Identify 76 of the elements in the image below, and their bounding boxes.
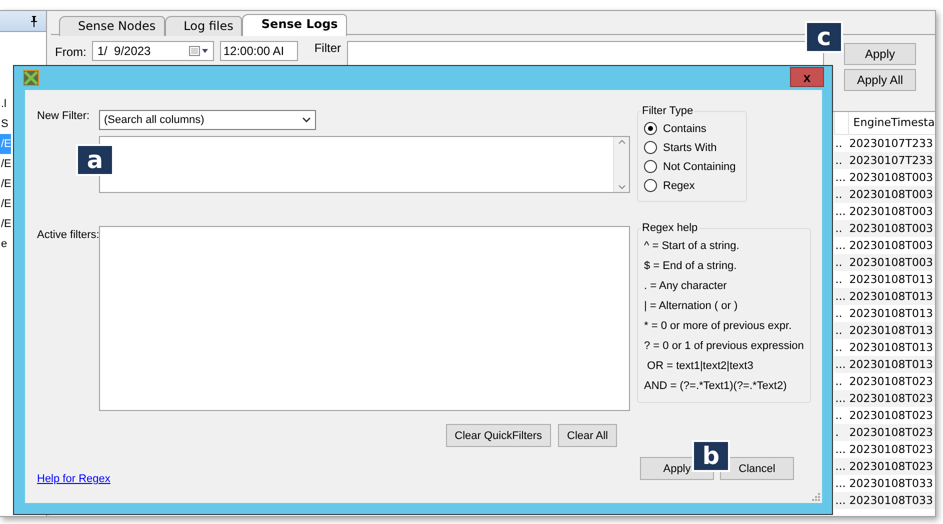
tree-item[interactable]: /E xyxy=(0,214,12,234)
table-cell: ... xyxy=(834,390,848,407)
radio-label: Contains xyxy=(663,122,706,134)
table-cell: ... xyxy=(834,458,848,475)
table-cell: 20230108T023 xyxy=(848,424,935,441)
close-button[interactable]: x xyxy=(790,67,824,87)
help-text: $ = End of a string. xyxy=(644,259,738,274)
tree-item[interactable]: /E xyxy=(0,194,12,214)
radio-button[interactable] xyxy=(644,179,657,192)
radio-label: Regex xyxy=(663,180,695,192)
table-cell: 20230108T023 xyxy=(848,390,935,407)
tab[interactable]: Sense Logs xyxy=(242,14,347,36)
clear-button[interactable]: Clear QuickFilters xyxy=(446,424,552,447)
help-text: OR = text1|text2|text3 xyxy=(646,359,754,374)
calendar-icon xyxy=(189,46,210,56)
table-cell: 20230108T023 xyxy=(848,458,935,475)
tree-item[interactable]: e xyxy=(0,234,8,254)
apply-button[interactable]: Apply xyxy=(844,43,916,65)
callout-label: c xyxy=(805,21,843,53)
group-title: Regex help xyxy=(641,222,699,234)
table-cell: 20230108T003 xyxy=(848,186,935,203)
table-cell: 20230108T033 xyxy=(848,492,935,509)
table-cell: ... xyxy=(834,356,848,373)
tree-item[interactable]: /E xyxy=(0,154,12,174)
help-link[interactable]: Help for Regex xyxy=(37,473,110,485)
new-filter-label: New Filter: xyxy=(37,110,91,122)
help-text: ^ = Start of a string. xyxy=(644,239,740,254)
table-cell: 20230108T003 xyxy=(848,220,935,237)
column-header[interactable]: EngineTimesta xyxy=(848,112,935,135)
scroll-up-icon[interactable] xyxy=(618,139,626,144)
app-icon xyxy=(23,70,39,86)
pin-icon[interactable] xyxy=(30,16,38,26)
callout-label: a xyxy=(76,144,114,176)
radio-button[interactable] xyxy=(644,122,657,135)
help-text: AND = (?=.*Text1)(?=.*Text2) xyxy=(644,379,788,394)
tree-item[interactable]: .l xyxy=(0,94,6,114)
chevron-down-icon xyxy=(302,117,311,123)
tree-item[interactable]: /E xyxy=(0,174,12,194)
radio-label: Starts With xyxy=(663,142,717,154)
table-cell: ... xyxy=(834,492,848,509)
help-text: . = Any character xyxy=(644,279,728,294)
table-cell: ... xyxy=(834,288,848,305)
help-text: | = Alternation ( or ) xyxy=(644,299,739,314)
radio-button[interactable] xyxy=(644,160,657,173)
table-cell: .. xyxy=(834,152,848,169)
filter-label: Filter xyxy=(314,41,342,57)
help-text: ? = 0 or 1 of previous expression xyxy=(644,339,804,354)
table-cell: 20230107T233 xyxy=(848,152,935,169)
scrollbar[interactable] xyxy=(613,137,629,192)
callout-label: b xyxy=(692,440,730,472)
apply-button[interactable]: Apply All xyxy=(844,69,916,91)
radio-label: Not Containing xyxy=(663,160,736,172)
date-field[interactable]: 1/ 9/2023 xyxy=(92,41,214,61)
table-cell: 20230108T003 xyxy=(848,254,935,271)
clear-button[interactable]: Clear All xyxy=(558,424,617,447)
table-cell: 20230108T013 xyxy=(848,322,935,339)
table-cell: .. xyxy=(834,186,848,203)
group-title: Filter Type xyxy=(641,105,694,117)
table-cell: . xyxy=(834,424,848,441)
dialog-button[interactable]: Clancel xyxy=(720,457,794,480)
table-cell: .. xyxy=(834,254,848,271)
radio-button[interactable] xyxy=(644,141,657,154)
time-field[interactable]: 12:00:00 AI xyxy=(220,41,298,61)
active-filters-label: Active filters: xyxy=(37,228,99,241)
column-dropdown[interactable]: (Search all columns) xyxy=(99,110,316,130)
tree-item[interactable]: S xyxy=(0,114,8,134)
table-cell: 20230108T013 xyxy=(848,288,935,305)
table-cell: .. xyxy=(834,220,848,237)
table-cell: 20230108T013 xyxy=(848,356,935,373)
table-cell: .. xyxy=(834,322,848,339)
resize-grip-icon[interactable] xyxy=(811,492,820,501)
tab[interactable]: Log files xyxy=(164,16,242,36)
help-text: * = 0 or more of previous expr. xyxy=(644,319,793,334)
scroll-down-icon[interactable] xyxy=(618,185,626,190)
from-label: From: xyxy=(55,44,86,61)
tab[interactable]: Sense Nodes xyxy=(59,16,165,36)
